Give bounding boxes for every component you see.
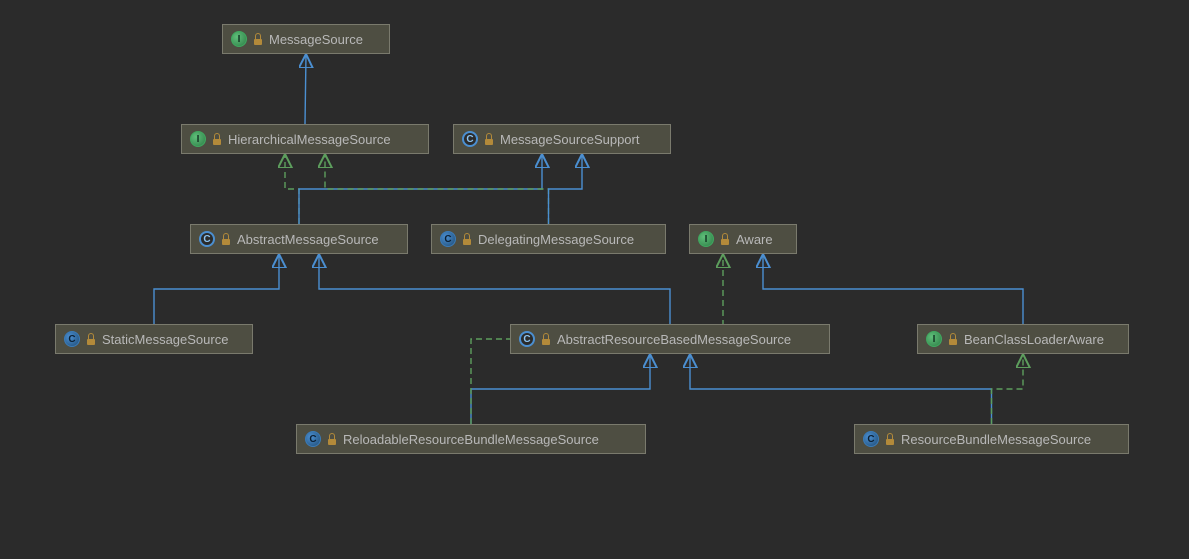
edge-beanClassLoaderAware-to-aware	[763, 254, 1023, 324]
class-icon: C	[440, 231, 456, 247]
lock-icon	[327, 433, 337, 445]
lock-icon	[541, 333, 551, 345]
interface-icon: I	[698, 231, 714, 247]
edge-staticMessageSource-to-abstractMessageSource	[154, 254, 279, 324]
edge-resourceBundleMessageSource-to-abstractResourceBasedMessageSource	[690, 354, 992, 424]
node-label: AbstractMessageSource	[237, 232, 379, 247]
node-label: MessageSourceSupport	[500, 132, 639, 147]
edge-resourceBundleMessageSource-to-beanClassLoaderAware	[992, 354, 1024, 424]
lock-icon	[720, 233, 730, 245]
abstract-class-icon: C	[462, 131, 478, 147]
abstract-class-icon: C	[199, 231, 215, 247]
node-label: AbstractResourceBasedMessageSource	[557, 332, 791, 347]
lock-icon	[484, 133, 494, 145]
lock-icon	[462, 233, 472, 245]
node-beanClassLoaderAware[interactable]: I BeanClassLoaderAware	[917, 324, 1129, 354]
node-label: DelegatingMessageSource	[478, 232, 634, 247]
node-reloadableResourceBundleMessageSource[interactable]: C ReloadableResourceBundleMessageSource	[296, 424, 646, 454]
interface-icon: I	[926, 331, 942, 347]
lock-icon	[221, 233, 231, 245]
edge-hierarchicalMessageSource-to-messageSource	[305, 54, 306, 124]
edge-reloadableResourceBundleMessageSource-to-abstractResourceBasedMessageSource	[471, 354, 650, 424]
edge-abstractMessageSource-to-hierarchicalMessageSource	[285, 154, 299, 224]
lock-icon	[885, 433, 895, 445]
node-label: HierarchicalMessageSource	[228, 132, 391, 147]
edge-delegatingMessageSource-to-messageSourceSupport	[549, 154, 583, 224]
class-icon: C	[305, 431, 321, 447]
abstract-class-icon: C	[519, 331, 535, 347]
interface-icon: I	[231, 31, 247, 47]
node-label: Aware	[736, 232, 773, 247]
node-messageSource[interactable]: I MessageSource	[222, 24, 390, 54]
lock-icon	[948, 333, 958, 345]
lock-icon	[212, 133, 222, 145]
interface-icon: I	[190, 131, 206, 147]
node-hierarchicalMessageSource[interactable]: I HierarchicalMessageSource	[181, 124, 429, 154]
node-label: ReloadableResourceBundleMessageSource	[343, 432, 599, 447]
node-label: MessageSource	[269, 32, 363, 47]
node-abstractResourceBasedMessageSource[interactable]: C AbstractResourceBasedMessageSource	[510, 324, 830, 354]
node-delegatingMessageSource[interactable]: C DelegatingMessageSource	[431, 224, 666, 254]
lock-icon	[253, 33, 263, 45]
node-label: BeanClassLoaderAware	[964, 332, 1104, 347]
node-label: StaticMessageSource	[102, 332, 228, 347]
class-icon: C	[64, 331, 80, 347]
node-staticMessageSource[interactable]: C StaticMessageSource	[55, 324, 253, 354]
node-abstractMessageSource[interactable]: C AbstractMessageSource	[190, 224, 408, 254]
lock-icon	[86, 333, 96, 345]
node-aware[interactable]: I Aware	[689, 224, 797, 254]
node-label: ResourceBundleMessageSource	[901, 432, 1091, 447]
edge-abstractMessageSource-to-messageSourceSupport	[299, 154, 542, 224]
node-messageSourceSupport[interactable]: C MessageSourceSupport	[453, 124, 671, 154]
edge-abstractResourceBasedMessageSource-to-abstractMessageSource	[319, 254, 670, 324]
node-resourceBundleMessageSource[interactable]: C ResourceBundleMessageSource	[854, 424, 1129, 454]
class-icon: C	[863, 431, 879, 447]
diagram-connectors	[0, 0, 1189, 559]
edge-delegatingMessageSource-to-hierarchicalMessageSource	[325, 154, 549, 224]
